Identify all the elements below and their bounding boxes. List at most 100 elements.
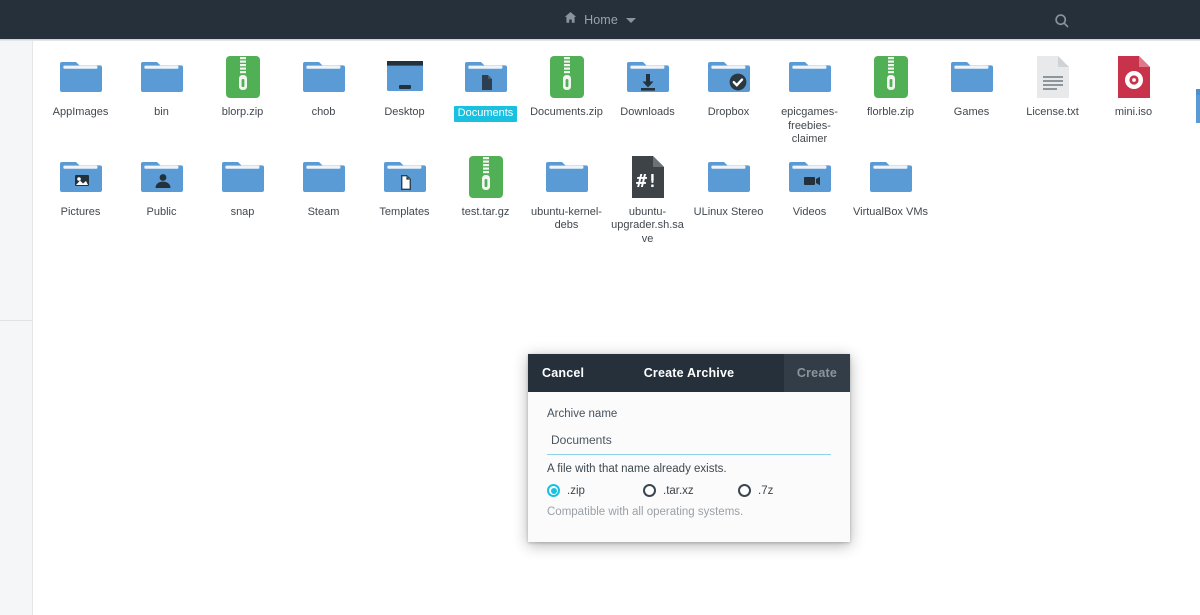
path-label: Home	[584, 12, 618, 27]
path-breadcrumb-button[interactable]: Home	[564, 11, 636, 29]
format-radio-tarxz[interactable]: .tar.xz	[643, 484, 738, 497]
archive-name-input[interactable]	[547, 433, 831, 455]
window-titlebar: Home	[0, 0, 1200, 39]
file-label: Downloads	[620, 106, 675, 118]
folder-icon	[300, 153, 348, 201]
radio-button[interactable]	[738, 484, 751, 497]
name-conflict-warning: A file with that name already exists.	[547, 463, 727, 475]
file-label: ULinux Stereo	[693, 205, 764, 218]
folder-icon	[300, 53, 348, 101]
file-item[interactable]: test.tar.gz	[445, 147, 526, 247]
file-label: mini.iso	[1114, 106, 1153, 118]
archive-icon	[462, 153, 510, 201]
folder-icon	[786, 53, 834, 101]
file-item[interactable]: Public	[121, 147, 202, 247]
file-item[interactable]: VirtualBox VMs	[850, 147, 931, 247]
templates-folder-icon	[381, 153, 429, 201]
videos-folder-icon	[786, 153, 834, 201]
file-label: Desktop	[384, 106, 425, 118]
file-label: License.txt	[1026, 106, 1079, 118]
format-radio-7z[interactable]: .7z	[738, 484, 773, 497]
create-archive-dialog: Cancel Create Archive Create Archive nam…	[528, 354, 850, 542]
public-folder-icon	[138, 153, 186, 201]
file-label: chob	[311, 106, 336, 118]
file-item[interactable]: florble.zip	[850, 47, 931, 147]
radio-label: .7z	[758, 484, 774, 497]
file-item[interactable]: ubuntu-kernel-debs	[526, 147, 607, 247]
file-item[interactable]: epicgames-freebies-claimer	[769, 47, 850, 147]
format-radio-group: .zip .tar.xz .7z	[547, 484, 831, 497]
pictures-folder-icon	[57, 153, 105, 201]
folder-icon	[948, 53, 996, 101]
file-label: Documents	[453, 106, 518, 122]
file-label: Steam	[307, 205, 340, 218]
file-label: bin	[154, 106, 169, 118]
file-item[interactable]: Steam	[283, 147, 364, 247]
folder-icon	[705, 153, 753, 201]
file-item[interactable]: License.txt	[1012, 47, 1093, 147]
radio-button[interactable]	[547, 484, 560, 497]
svg-text:#!: #!	[636, 171, 658, 192]
file-label: Videos	[792, 205, 827, 218]
file-item[interactable]: Videos	[769, 147, 850, 247]
file-label: snap	[230, 205, 255, 218]
icon-grid: AppImages bin blorp.zip chob Desktop Doc…	[34, 41, 1200, 246]
file-item[interactable]: Pictures	[40, 147, 121, 247]
places-sidebar[interactable]	[0, 41, 33, 615]
folder-icon	[219, 153, 267, 201]
cancel-button[interactable]: Cancel	[542, 366, 584, 380]
file-item[interactable]: Downloads	[607, 47, 688, 147]
file-label: AppImages	[52, 106, 109, 118]
file-label: Pictures	[60, 205, 101, 218]
folder-icon	[867, 153, 915, 201]
file-item[interactable]: ULinux Stereo	[688, 147, 769, 247]
file-label: blorp.zip	[221, 106, 264, 118]
disc-image-icon	[1110, 53, 1158, 101]
folder-icon	[543, 153, 591, 201]
sidebar-divider	[0, 320, 33, 321]
file-item[interactable]: mini.iso	[1093, 47, 1174, 147]
file-item[interactable]: Documents	[445, 47, 526, 147]
file-label: Dropbox	[707, 106, 750, 118]
archive-name-label: Archive name	[547, 408, 618, 420]
file-label: Games	[953, 106, 990, 118]
file-label: ubuntu-upgrader.sh.save	[611, 205, 684, 245]
dropbox-folder-icon	[705, 53, 753, 101]
file-label: test.tar.gz	[461, 205, 510, 218]
search-icon[interactable]	[1052, 11, 1072, 31]
chevron-down-icon[interactable]	[625, 18, 636, 23]
script-file-icon: #!	[624, 153, 672, 201]
file-item[interactable]: Documents.zip	[526, 47, 607, 147]
format-hint: Compatible with all operating systems.	[547, 506, 744, 518]
home-icon	[564, 11, 577, 29]
file-item[interactable]: blorp.zip	[202, 47, 283, 147]
monitor-folder-icon	[381, 53, 429, 101]
file-item[interactable]: Games	[931, 47, 1012, 147]
downloads-folder-icon	[624, 53, 672, 101]
file-item[interactable]: #! ubuntu-upgrader.sh.save	[607, 147, 688, 247]
folder-icon	[138, 53, 186, 101]
radio-button[interactable]	[643, 484, 656, 497]
clipped-folder-icon[interactable]	[1196, 89, 1200, 123]
file-manager-window: Home AppImages bin blorp.zip chob Deskto…	[0, 0, 1200, 615]
file-label: VirtualBox VMs	[853, 205, 928, 218]
file-item[interactable]: Templates	[364, 147, 445, 247]
create-button[interactable]: Create	[783, 354, 850, 392]
archive-icon	[867, 53, 915, 101]
file-label: Documents.zip	[530, 106, 603, 118]
file-item[interactable]: chob	[283, 47, 364, 147]
file-item[interactable]: snap	[202, 147, 283, 247]
format-radio-zip[interactable]: .zip	[547, 484, 643, 497]
archive-icon	[219, 53, 267, 101]
dialog-header: Cancel Create Archive Create	[528, 354, 850, 392]
file-item[interactable]: Desktop	[364, 47, 445, 147]
file-item[interactable]: AppImages	[40, 47, 121, 147]
dialog-body: Archive name A file with that name alrea…	[528, 392, 850, 518]
file-label: epicgames-freebies-claimer	[781, 106, 838, 145]
file-label: Public	[146, 205, 177, 218]
file-item[interactable]: Dropbox	[688, 47, 769, 147]
text-file-icon	[1029, 53, 1077, 101]
documents-folder-icon	[462, 53, 510, 101]
file-item[interactable]: bin	[121, 47, 202, 147]
file-label: Templates	[379, 205, 430, 218]
